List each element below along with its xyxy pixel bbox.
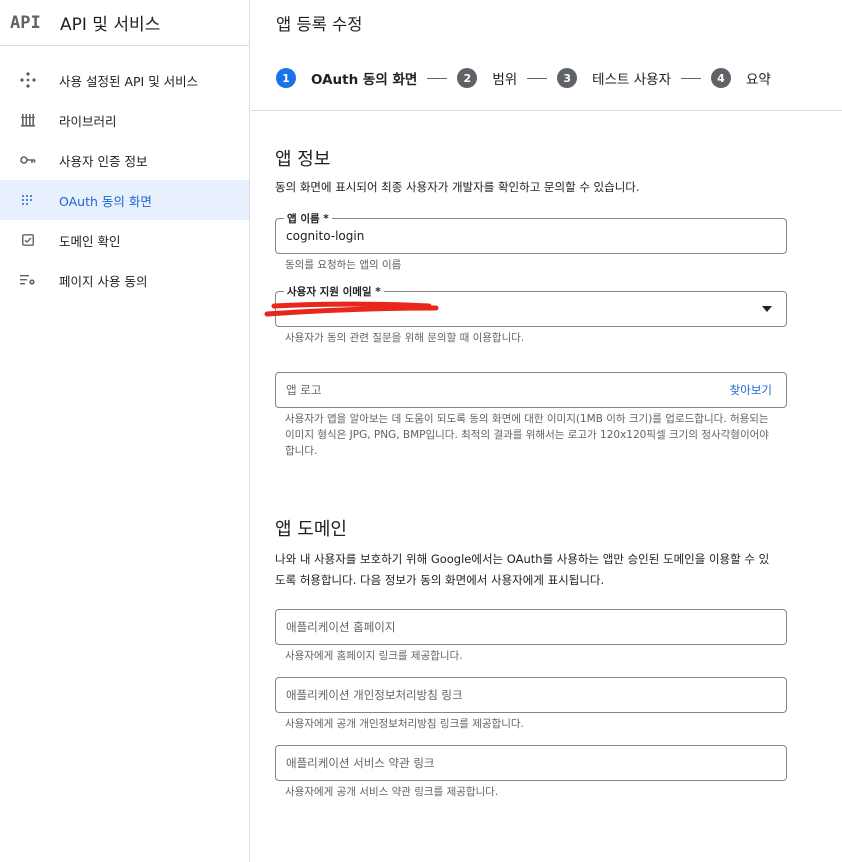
step-scopes[interactable]: 2 범위: [457, 68, 517, 88]
support-email-select[interactable]: 사용자 지원 이메일 *: [264, 284, 787, 327]
step-oauth-consent[interactable]: 1 OAuth 동의 화면: [276, 68, 417, 88]
app-name-hint: 동의를 요청하는 앱의 이름: [285, 259, 402, 271]
oauth-dots-icon: [18, 190, 38, 210]
checkbox-icon: [18, 230, 38, 250]
privacy-policy-field[interactable]: 애플리케이션 개인정보처리방침 링크: [275, 677, 787, 713]
form-content: 앱 정보 동의 화면에 표시되어 최종 사용자가 개발자를 확인하고 문의할 수…: [251, 145, 811, 800]
sidebar-item-enabled-apis[interactable]: 사용 설정된 API 및 서비스: [0, 60, 249, 100]
sidebar-item-domain-verification[interactable]: 도메인 확인: [0, 220, 249, 260]
step-divider: [427, 77, 448, 79]
settings-list-icon: [18, 270, 38, 290]
app-logo-field[interactable]: 앱 로고 찾아보기: [275, 372, 787, 408]
sidebar-item-label: 라이브러리: [59, 113, 117, 129]
app-name-input[interactable]: cognito-login: [286, 219, 364, 253]
homepage-hint: 사용자에게 홈페이지 링크를 제공합니다.: [285, 650, 463, 662]
support-email-label: 사용자 지원 이메일 *: [284, 284, 384, 299]
key-icon: [18, 150, 38, 170]
sidebar-item-label: 도메인 확인: [59, 233, 121, 249]
library-icon: [18, 110, 38, 130]
sidebar-item-library[interactable]: 라이브러리: [0, 100, 249, 140]
page-title: 앱 등록 수정: [276, 15, 363, 34]
step-number: 3: [557, 68, 578, 88]
terms-of-service-placeholder: 애플리케이션 서비스 약관 링크: [286, 756, 435, 770]
step-label: 범위: [492, 72, 518, 88]
sidebar-item-credentials[interactable]: 사용자 인증 정보: [0, 140, 249, 180]
app-logo-hint: 사용자가 앱을 알아보는 데 도움이 되도록 동의 화면에 대한 이미지(1MB…: [285, 413, 769, 457]
homepage-field[interactable]: 애플리케이션 홈페이지: [275, 609, 787, 645]
browse-button[interactable]: 찾아보기: [730, 373, 772, 407]
sidebar-item-label: 페이지 사용 동의: [59, 273, 148, 289]
main-panel: 앱 등록 수정 1 OAuth 동의 화면 2 범위 3 테스트 사용자 4 요…: [251, 0, 842, 862]
sidebar: API API 및 서비스 사용 설정된 API 및 서비스 라이브러리 사용자…: [0, 0, 250, 862]
homepage-placeholder: 애플리케이션 홈페이지: [286, 620, 396, 634]
sidebar-nav: 사용 설정된 API 및 서비스 라이브러리 사용자 인증 정보 OAuth 동…: [0, 46, 249, 300]
app-name-field[interactable]: 앱 이름 * cognito-login: [275, 211, 787, 254]
support-email-hint: 사용자가 동의 관련 질문을 위해 문의할 때 이용합니다.: [285, 332, 525, 344]
app-domain-title: 앱 도메인: [275, 519, 347, 540]
step-number: 1: [276, 68, 296, 88]
sidebar-item-oauth-consent[interactable]: OAuth 동의 화면: [0, 180, 249, 220]
sidebar-title[interactable]: API 및 서비스: [60, 10, 160, 35]
app-info-description: 동의 화면에 표시되어 최종 사용자가 개발자를 확인하고 문의할 수 있습니다…: [275, 180, 640, 194]
step-label: 테스트 사용자: [592, 72, 671, 88]
app-logo-placeholder: 앱 로고: [286, 383, 322, 397]
step-summary[interactable]: 4 요약: [710, 68, 771, 88]
stepper: 1 OAuth 동의 화면 2 범위 3 테스트 사용자 4 요약: [251, 46, 842, 111]
sidebar-item-label: 사용 설정된 API 및 서비스: [59, 73, 199, 89]
sidebar-item-page-usage-agreement[interactable]: 페이지 사용 동의: [0, 260, 249, 300]
privacy-policy-hint: 사용자에게 공개 개인정보처리방침 링크를 제공합니다.: [285, 718, 524, 730]
app-domain-description: 나와 내 사용자를 보호하기 위해 Google에서는 OAuth를 사용하는 …: [275, 552, 770, 587]
step-label: 요약: [745, 72, 771, 88]
api-logo-icon[interactable]: API: [10, 13, 50, 33]
api-diamond-icon: [18, 70, 38, 90]
step-label: OAuth 동의 화면: [311, 72, 418, 88]
step-test-users[interactable]: 3 테스트 사용자: [557, 68, 671, 88]
step-divider: [680, 77, 701, 79]
terms-of-service-field[interactable]: 애플리케이션 서비스 약관 링크: [275, 745, 787, 781]
terms-of-service-hint: 사용자에게 공개 서비스 약관 링크를 제공합니다.: [285, 786, 499, 798]
dropdown-arrow-icon[interactable]: [762, 306, 772, 312]
sidebar-item-label: OAuth 동의 화면: [59, 193, 152, 209]
app-info-title: 앱 정보: [275, 149, 331, 170]
step-number: 4: [710, 68, 731, 88]
sidebar-header: API API 및 서비스: [0, 0, 249, 46]
redaction-mark: [264, 301, 439, 317]
sidebar-item-label: 사용자 인증 정보: [59, 153, 148, 169]
step-divider: [527, 77, 548, 79]
step-number: 2: [457, 68, 478, 88]
privacy-policy-placeholder: 애플리케이션 개인정보처리방침 링크: [286, 688, 463, 702]
